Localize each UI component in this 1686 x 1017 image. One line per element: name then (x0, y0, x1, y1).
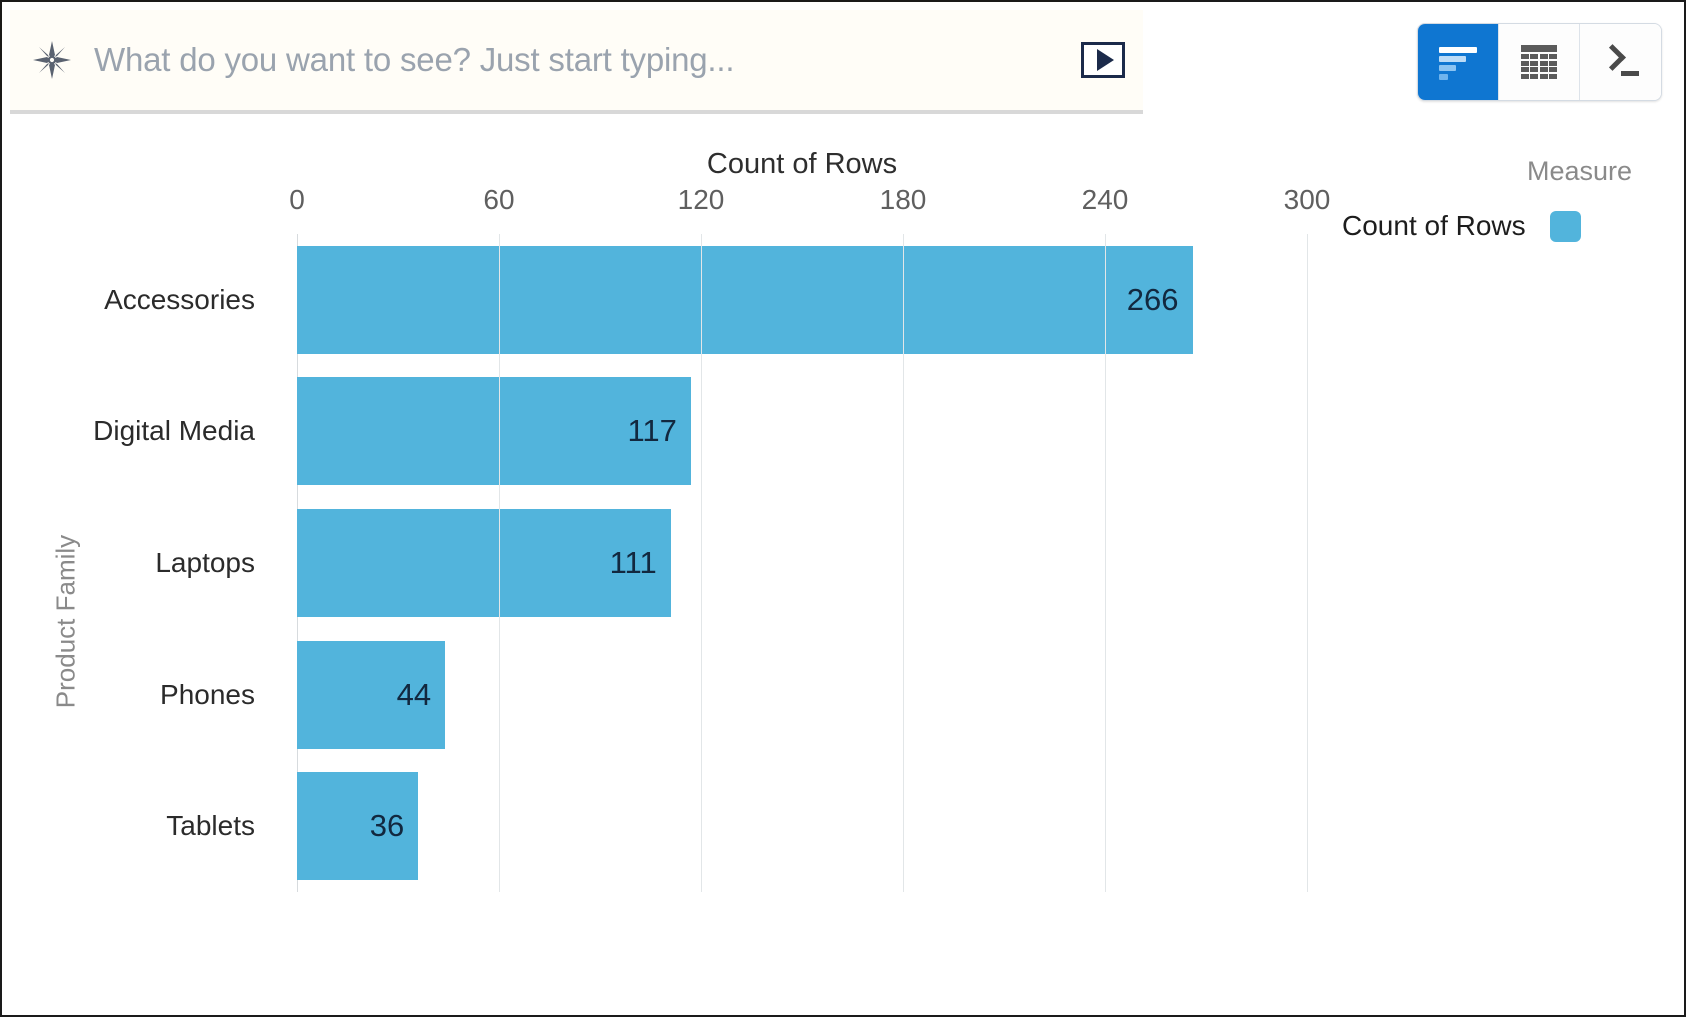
bar-value-label: 111 (609, 544, 657, 580)
bar[interactable]: 111 (297, 509, 671, 617)
x-axis-tick-120: 120 (677, 184, 725, 215)
sparkle-star-icon (32, 40, 72, 80)
legend-color-swatch (1549, 210, 1581, 242)
chart-axis-title-x: Count of Rows (706, 148, 898, 180)
y-axis-category-label: Laptops (155, 547, 255, 578)
bar[interactable]: 117 (297, 377, 691, 486)
y-axis-category-label: Phones (160, 678, 255, 710)
header-bar (2, 2, 1684, 124)
analytics-query-page: Count of Rows Product Family 06012018024… (0, 0, 1686, 1017)
bar-row[interactable]: 111 (297, 509, 1307, 617)
gridline (701, 234, 702, 892)
x-axis-tick-180: 180 (879, 184, 927, 215)
chart-container: Count of Rows Product Family 0 60 120 180 24… (2, 124, 1684, 1015)
legend-item[interactable]: Count of Rows (1342, 210, 1642, 242)
view-mode-query-button[interactable] (1580, 24, 1661, 100)
x-axis-tick-300: 300 (1283, 184, 1331, 215)
legend-title: Measure (1526, 156, 1632, 186)
bar-series-group: 266 117 111 44 36 (297, 234, 1307, 892)
legend-item-label: Count of Rows (1342, 210, 1526, 241)
bar[interactable]: 44 (297, 640, 446, 749)
run-query-button[interactable] (1081, 42, 1125, 78)
y-axis-category-label: Tablets (166, 810, 255, 842)
horizontal-bar-chart-icon (1439, 45, 1477, 80)
y-axis-category-labels: Accessories Digital Media Laptops Phones Tab… (2, 234, 277, 892)
gridline (499, 234, 500, 892)
table-grid-icon (1521, 45, 1557, 79)
bar-row[interactable]: 266 (297, 245, 1307, 354)
bar-row[interactable]: 36 (297, 772, 1307, 881)
search-input-wrapper (94, 10, 1067, 110)
query-search-bar[interactable] (10, 10, 1143, 114)
legend-item-list: Count of Rows (1342, 210, 1642, 254)
bar-row[interactable]: 44 (297, 640, 1307, 749)
bar[interactable]: 36 (297, 772, 419, 881)
y-axis-category-label: Accessories (104, 283, 255, 315)
y-axis-category-label: Digital Media (93, 415, 255, 447)
gridline (1307, 234, 1308, 892)
terminal-prompt-icon (1598, 44, 1640, 78)
gridline (903, 234, 904, 892)
bar-value-label: 266 (1126, 281, 1179, 317)
x-axis-tick-0: 0 (289, 184, 305, 215)
plot-area: 266 117 111 44 36 (297, 234, 1308, 892)
bar-row[interactable]: 117 (297, 377, 1307, 486)
bar-value-label: 117 (627, 413, 677, 449)
view-mode-chart-button[interactable] (1418, 24, 1499, 100)
bar-value-label: 36 (369, 808, 405, 844)
x-axis-tick-60: 60 (483, 184, 515, 215)
view-mode-table-button[interactable] (1499, 24, 1580, 100)
view-mode-toggle-group (1417, 23, 1662, 101)
bar[interactable]: 266 (297, 245, 1193, 354)
x-axis-tick-240: 240 (1081, 184, 1129, 215)
search-input[interactable] (94, 41, 1067, 79)
play-icon (1096, 49, 1114, 71)
gridline (1105, 234, 1106, 892)
bar-value-label: 44 (396, 676, 432, 712)
